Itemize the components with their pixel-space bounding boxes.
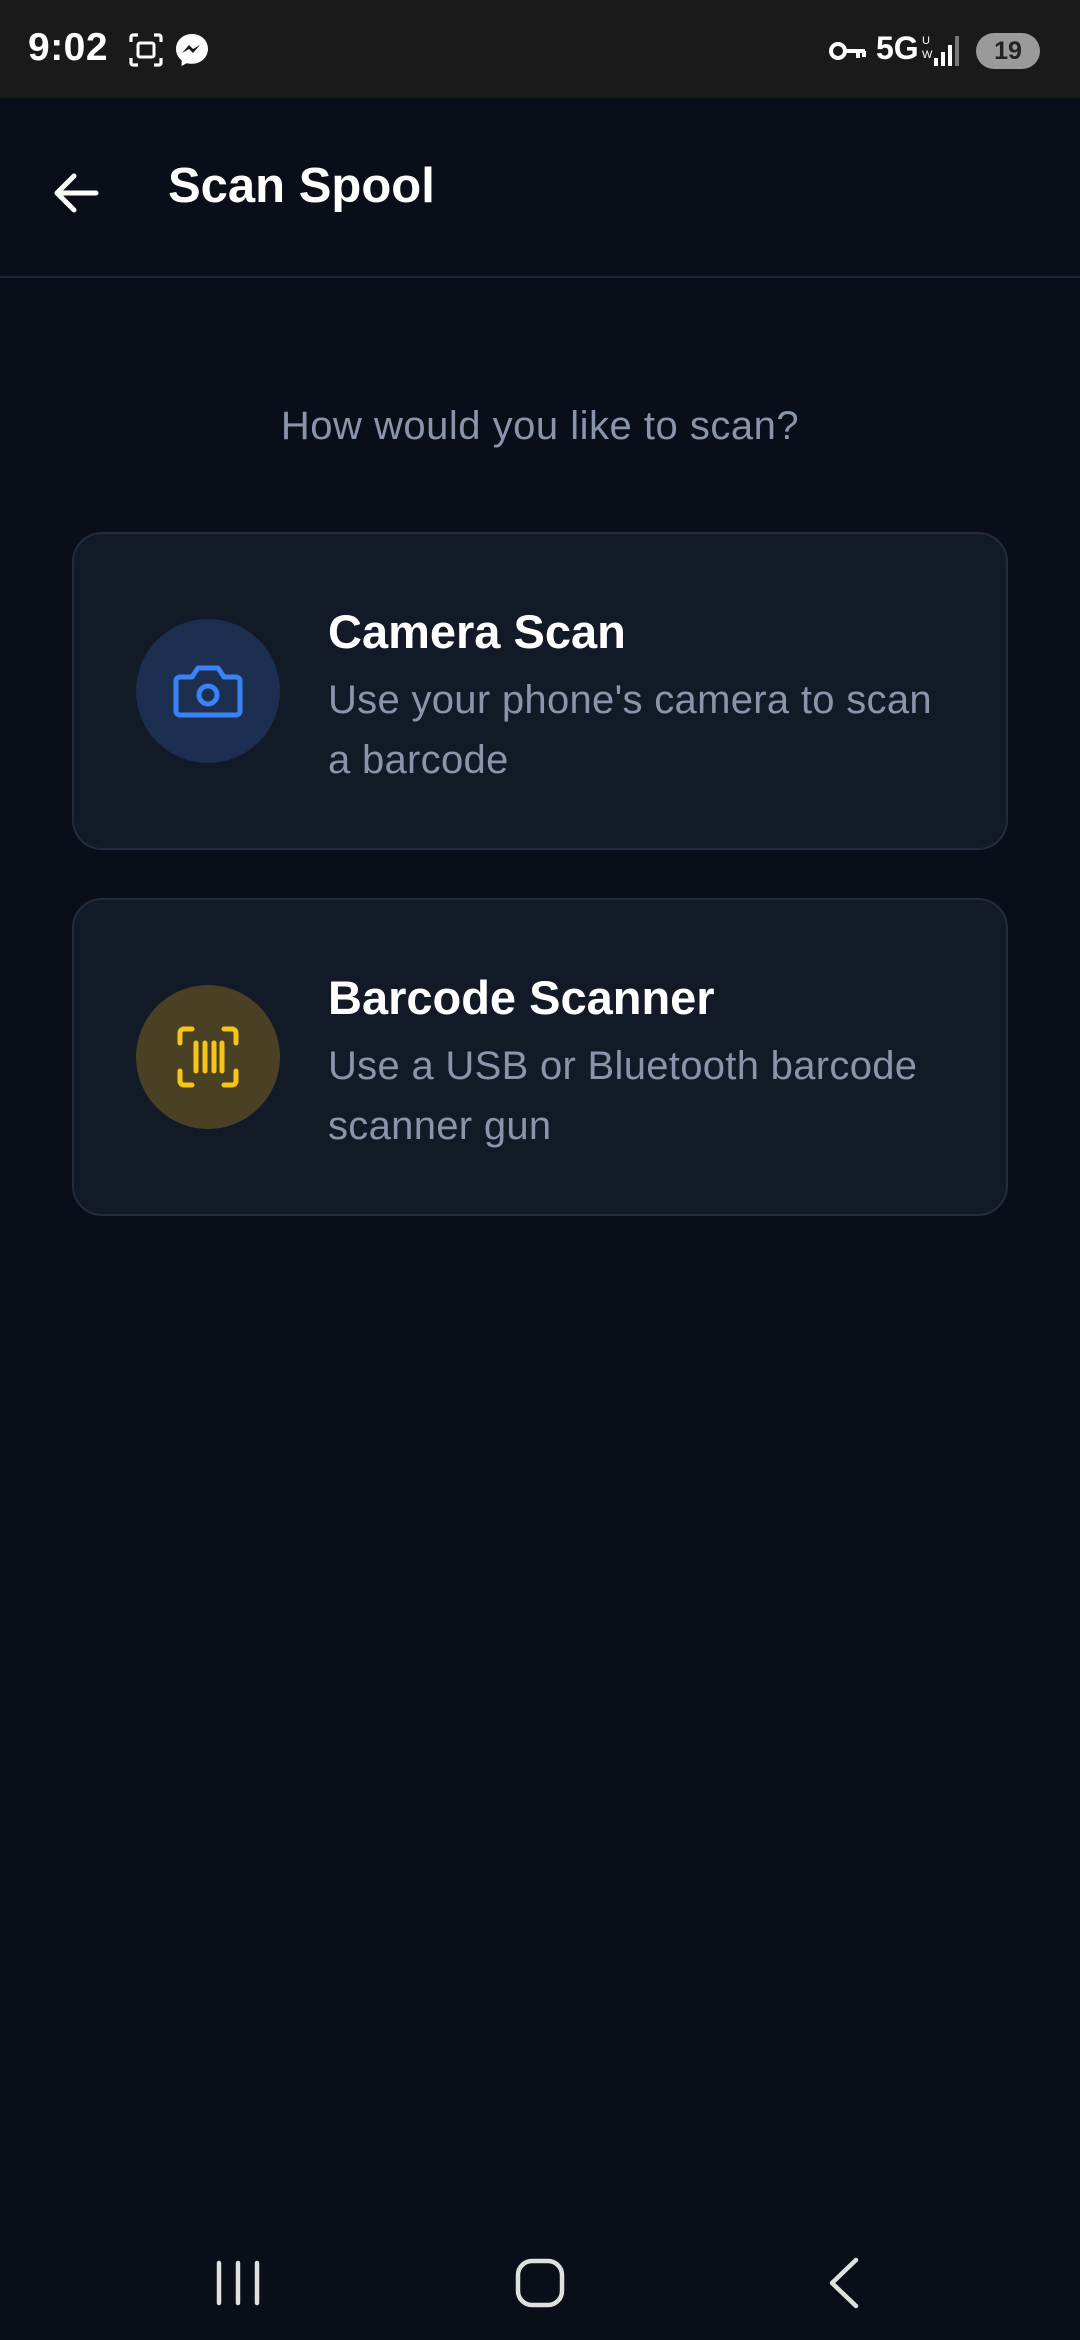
recents-icon bbox=[216, 2260, 260, 2306]
barcode-scanner-title: Barcode Scanner bbox=[328, 971, 715, 1024]
screenshot-icon bbox=[129, 33, 163, 67]
page-title: Scan Spool bbox=[168, 159, 435, 213]
camera-scan-description: Use your phone's camera to scan a barcod… bbox=[328, 678, 932, 782]
home-button[interactable] bbox=[480, 2238, 600, 2328]
home-icon bbox=[515, 2258, 565, 2308]
camera-icon-badge bbox=[136, 619, 280, 763]
nav-back-button[interactable] bbox=[784, 2238, 904, 2328]
scan-prompt: How would you like to scan? bbox=[280, 404, 800, 448]
arrow-left-icon bbox=[54, 173, 99, 213]
svg-text:U: U bbox=[922, 35, 930, 47]
barcode-scanner-description: Use a USB or Bluetooth barcode scanner g… bbox=[328, 1044, 918, 1148]
vpn-key-icon bbox=[829, 42, 866, 60]
back-icon bbox=[829, 2257, 859, 2309]
camera-scan-title: Camera Scan bbox=[328, 605, 626, 658]
network-label: 5G bbox=[876, 30, 919, 66]
camera-scan-option[interactable]: Camera Scan Use your phone's camera to s… bbox=[72, 532, 1008, 850]
system-nav-bar bbox=[0, 2220, 1080, 2340]
status-time: 9:02 bbox=[28, 26, 109, 69]
messenger-icon bbox=[176, 34, 208, 66]
battery-level: 19 bbox=[994, 36, 1022, 65]
signal-icon: U W bbox=[922, 35, 959, 66]
back-button[interactable] bbox=[36, 158, 116, 228]
barcode-icon-badge bbox=[136, 985, 280, 1129]
app-bar: Scan Spool bbox=[0, 98, 1080, 278]
recents-button[interactable] bbox=[178, 2238, 298, 2328]
barcode-scanner-icon bbox=[177, 1026, 239, 1088]
camera-icon bbox=[173, 665, 243, 718]
status-bar: 9:02 5G U W 19 bbox=[0, 0, 1080, 98]
barcode-scanner-option[interactable]: Barcode Scanner Use a USB or Bluetooth b… bbox=[72, 898, 1008, 1216]
battery-indicator: 19 bbox=[976, 33, 1040, 69]
svg-text:W: W bbox=[922, 49, 933, 61]
